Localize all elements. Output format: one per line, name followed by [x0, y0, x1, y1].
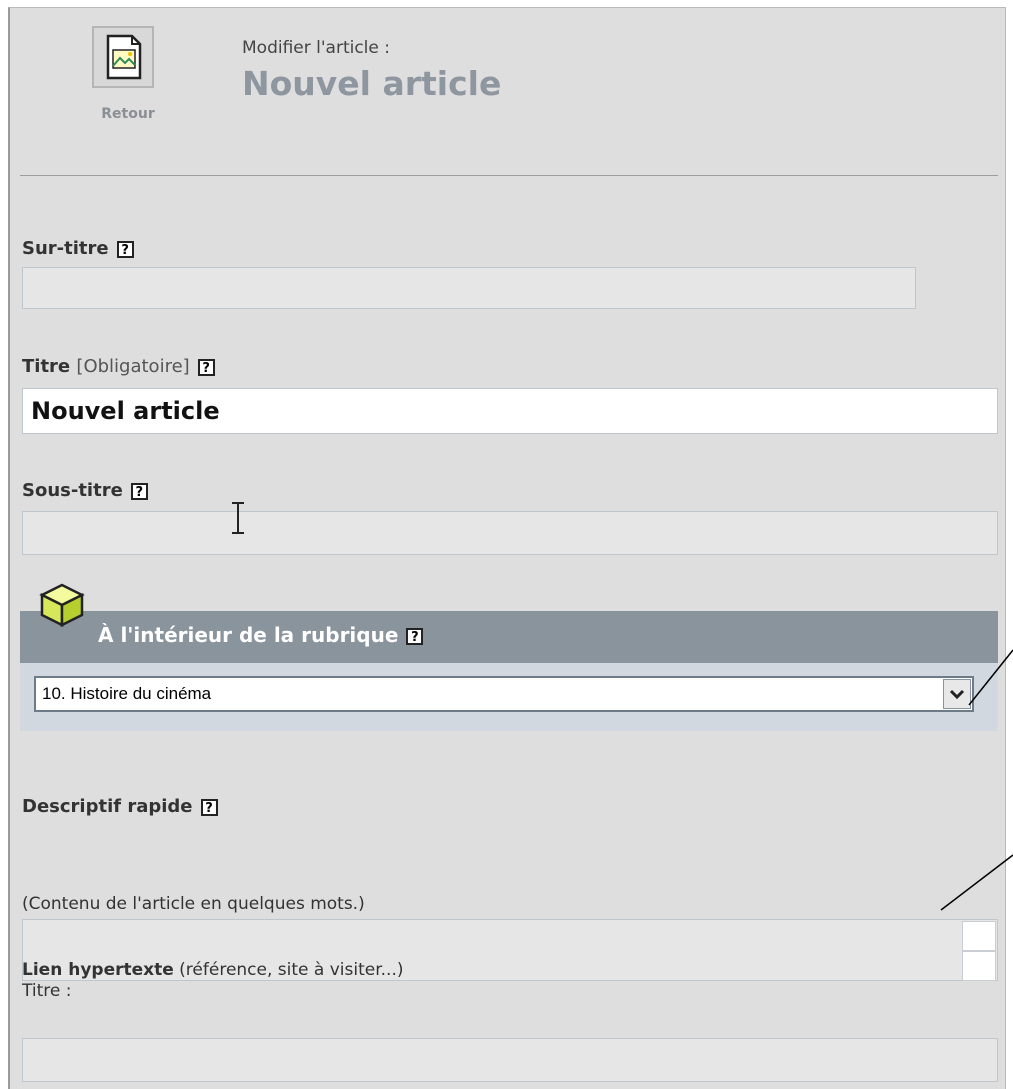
annotation-line-textarea — [940, 854, 1013, 911]
annotation-line-select — [968, 649, 1013, 706]
annotation-lines — [940, 649, 1013, 911]
rubrique-box-icon — [34, 579, 90, 629]
